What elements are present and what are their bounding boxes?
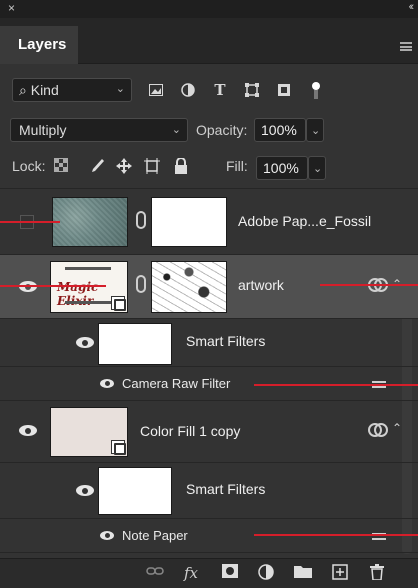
- visibility-eye-icon[interactable]: [76, 485, 94, 497]
- lock-image-pixels-icon[interactable]: [88, 158, 104, 177]
- type-filter-icon[interactable]: T: [210, 78, 230, 102]
- layers-panel: ⌕ Kind ⌄ T Multiply ⌄ Opacity: 100% ⌄ Lo…: [0, 64, 418, 588]
- lock-transparent-pixels-icon[interactable]: [54, 158, 68, 175]
- layer-name: Adobe Pap...e_Fossil: [238, 213, 372, 229]
- pixel-filter-icon[interactable]: [146, 78, 166, 102]
- smart-filters-label: Smart Filters: [186, 333, 266, 349]
- smart-filter-effects-icon[interactable]: [368, 423, 388, 437]
- lock-label: Lock:: [12, 158, 46, 174]
- layer-list: Adobe Pap...e_Fossil Magic Elixir artwor…: [0, 189, 418, 565]
- lock-position-icon[interactable]: [116, 158, 132, 177]
- annotation-line: [0, 285, 106, 287]
- mask-icon[interactable]: [222, 564, 238, 582]
- panel-topbar: × ‹‹: [0, 0, 418, 18]
- smart-filters-row[interactable]: Smart Filters: [0, 463, 418, 519]
- opacity-dropdown-button[interactable]: ⌄: [306, 118, 324, 142]
- tab-row: Layers: [0, 18, 418, 64]
- lock-row: Lock: Fill: 100% ⌄: [12, 156, 418, 180]
- tab-layers[interactable]: Layers: [0, 26, 78, 64]
- layer-mask-thumbnail: [151, 197, 227, 247]
- smart-object-icon: [111, 296, 126, 311]
- layer-row-adobe-paper[interactable]: Adobe Pap...e_Fossil: [0, 189, 418, 255]
- collapse-icon[interactable]: ‹‹: [409, 1, 415, 13]
- visibility-eye-icon[interactable]: [76, 337, 94, 349]
- opacity-field[interactable]: 100%: [254, 118, 306, 142]
- layer-row-artwork[interactable]: Magic Elixir artwork ⌃: [0, 255, 418, 319]
- layer-thumbnail: [50, 407, 128, 457]
- visibility-eye-icon[interactable]: [19, 425, 37, 437]
- lock-all-icon[interactable]: [174, 157, 188, 177]
- new-layer-icon[interactable]: [332, 564, 348, 584]
- layer-thumbnail: [52, 197, 128, 247]
- group-folder-icon[interactable]: [294, 564, 312, 582]
- opacity-label: Opacity:: [196, 122, 248, 138]
- visibility-eye-icon[interactable]: [100, 379, 114, 389]
- shape-filter-icon[interactable]: [242, 78, 262, 102]
- layer-mask-thumbnail: [151, 261, 227, 313]
- fill-dropdown-button[interactable]: ⌄: [308, 156, 326, 180]
- link-layers-icon[interactable]: [146, 564, 164, 581]
- bottom-toolbar: fx: [0, 558, 418, 588]
- chevron-down-icon: ⌄: [171, 124, 181, 136]
- fill-label: Fill:: [226, 158, 248, 174]
- filter-mask-thumbnail: [98, 467, 172, 515]
- lock-artboard-icon[interactable]: [144, 158, 160, 177]
- smart-filters-label: Smart Filters: [186, 481, 266, 497]
- chevron-down-icon: ⌄: [115, 83, 125, 95]
- smart-object-filter-icon[interactable]: [274, 78, 294, 102]
- filter-name: Camera Raw Filter: [122, 376, 231, 391]
- annotation-line: [320, 284, 418, 286]
- blend-mode-select[interactable]: Multiply ⌄: [10, 118, 188, 142]
- close-icon[interactable]: ×: [8, 1, 15, 15]
- layer-name: artwork: [238, 277, 284, 293]
- layer-name: Color Fill 1 copy: [140, 423, 241, 439]
- filter-mask-thumbnail: [98, 323, 172, 365]
- panel-menu-icon[interactable]: [400, 42, 412, 51]
- filter-row-note-paper[interactable]: Note Paper: [0, 519, 418, 553]
- fx-icon[interactable]: fx: [184, 564, 198, 582]
- chain-link-icon[interactable]: [136, 275, 146, 293]
- adjustment-icon[interactable]: [258, 564, 274, 584]
- filter-name: Note Paper: [122, 528, 188, 543]
- visibility-eye-icon[interactable]: [100, 531, 114, 541]
- search-icon: ⌕: [19, 82, 27, 98]
- visibility-eye-icon[interactable]: [19, 281, 37, 293]
- chevron-up-icon[interactable]: ⌃: [392, 421, 402, 435]
- smart-object-icon: [111, 440, 126, 455]
- blend-mode-value: Multiply: [19, 122, 67, 138]
- smart-filters-row[interactable]: Smart Filters: [0, 319, 418, 367]
- annotation-line: [254, 534, 418, 536]
- adjustment-filter-icon[interactable]: [178, 78, 198, 102]
- delete-icon[interactable]: [370, 564, 384, 584]
- chain-link-icon[interactable]: [136, 211, 146, 229]
- fill-field[interactable]: 100%: [256, 156, 308, 180]
- kind-filter-select[interactable]: ⌕ Kind ⌄: [12, 78, 132, 102]
- annotation-line: [254, 384, 418, 386]
- annotation-line: [0, 221, 60, 223]
- kind-label: Kind: [30, 82, 59, 98]
- layer-row-color-fill[interactable]: Color Fill 1 copy ⌃: [0, 401, 418, 463]
- filter-toggle-icon[interactable]: [306, 78, 326, 102]
- layer-thumbnail: Magic Elixir: [50, 261, 128, 313]
